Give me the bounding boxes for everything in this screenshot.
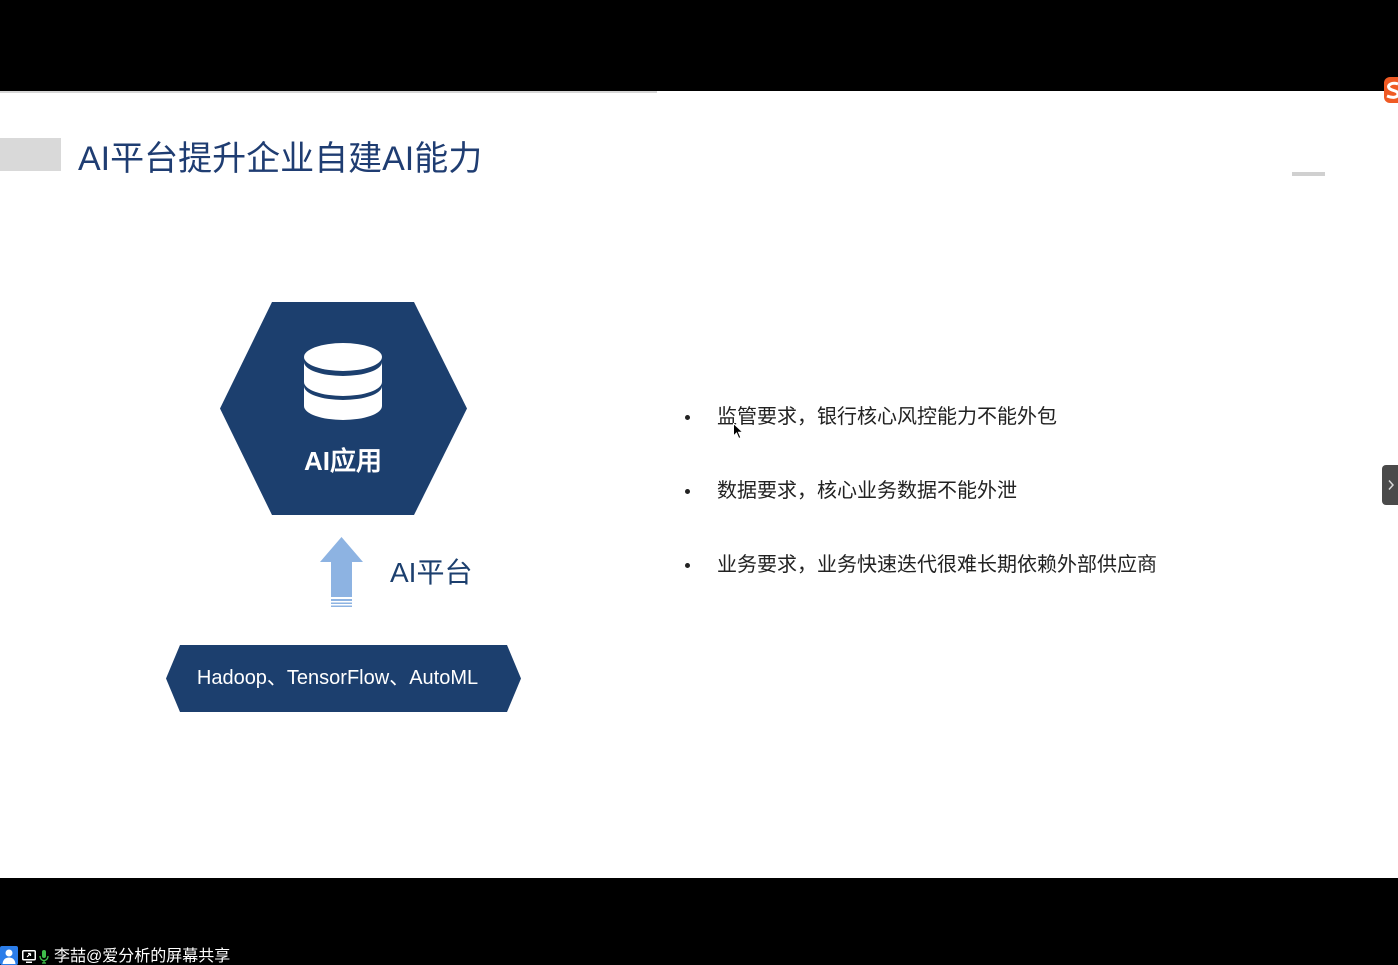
bullet-dot	[685, 562, 690, 568]
corner-dash	[1292, 172, 1325, 176]
list-item: 数据要求，核心业务数据不能外泄	[684, 476, 1157, 506]
ai-application-hexagon	[220, 302, 467, 515]
arrow-head-and-shaft	[320, 537, 363, 597]
arrow-stripe	[331, 602, 352, 604]
arrow-up-icon	[320, 537, 363, 607]
chevron-right-icon	[1388, 480, 1395, 490]
bottom-black-bar: 李喆@爱分析的屏幕共享	[0, 878, 1398, 965]
title-accent-bar	[0, 138, 61, 171]
database-icon	[304, 343, 382, 420]
list-item-text: 数据要求，核心业务数据不能外泄	[717, 480, 1017, 502]
expand-panel-button[interactable]	[1382, 465, 1398, 505]
screen-share-viewer: AI平台提升企业自建AI能力 AI应用 AI平台 Hadoop、TensorFl…	[0, 0, 1398, 965]
sogou-ime-icon[interactable]	[1383, 77, 1398, 103]
slide-title: AI平台提升企业自建AI能力	[78, 140, 483, 178]
ai-application-label: AI应用	[303, 446, 382, 476]
database-top	[304, 343, 382, 371]
presentation-slide: AI平台提升企业自建AI能力 AI应用 AI平台 Hadoop、TensorFl…	[0, 91, 1398, 878]
user-head	[5, 949, 13, 957]
microphone-icon	[39, 950, 49, 964]
screen-share-icon	[22, 950, 36, 963]
share-arrow	[26, 952, 32, 958]
ai-platform-label: AI平台	[390, 557, 473, 588]
sogou-logo	[1384, 77, 1398, 103]
user-icon	[0, 946, 18, 965]
mic-capsule	[42, 950, 46, 958]
list-item: 监管要求，银行核心风控能力不能外包	[684, 402, 1157, 432]
share-label: 李喆@爱分析的屏幕共享	[54, 948, 231, 965]
screen-share-status: 李喆@爱分析的屏幕共享	[0, 946, 420, 965]
bullet-dot	[685, 488, 690, 494]
tech-stack-banner: Hadoop、TensorFlow、AutoML	[166, 645, 521, 712]
arrow-stripe	[331, 599, 352, 601]
requirements-list: 监管要求，银行核心风控能力不能外包 数据要求，核心业务数据不能外泄 业务要求，业…	[684, 402, 1157, 624]
mouse-cursor-icon	[733, 423, 744, 440]
cursor-arrow	[733, 423, 744, 440]
tech-stack-label: Hadoop、TensorFlow、AutoML	[196, 667, 479, 689]
arrow-stripe	[331, 605, 352, 607]
chevron-line	[1388, 480, 1395, 490]
list-item: 业务要求，业务快速迭代很难长期依赖外部供应商	[684, 550, 1157, 580]
bullet-dot	[685, 414, 690, 420]
top-black-bar	[0, 0, 1398, 91]
list-item-text: 业务要求，业务快速迭代很难长期依赖外部供应商	[717, 554, 1157, 576]
slide-top-divider	[0, 91, 657, 93]
list-item-text: 监管要求，银行核心风控能力不能外包	[717, 406, 1057, 428]
